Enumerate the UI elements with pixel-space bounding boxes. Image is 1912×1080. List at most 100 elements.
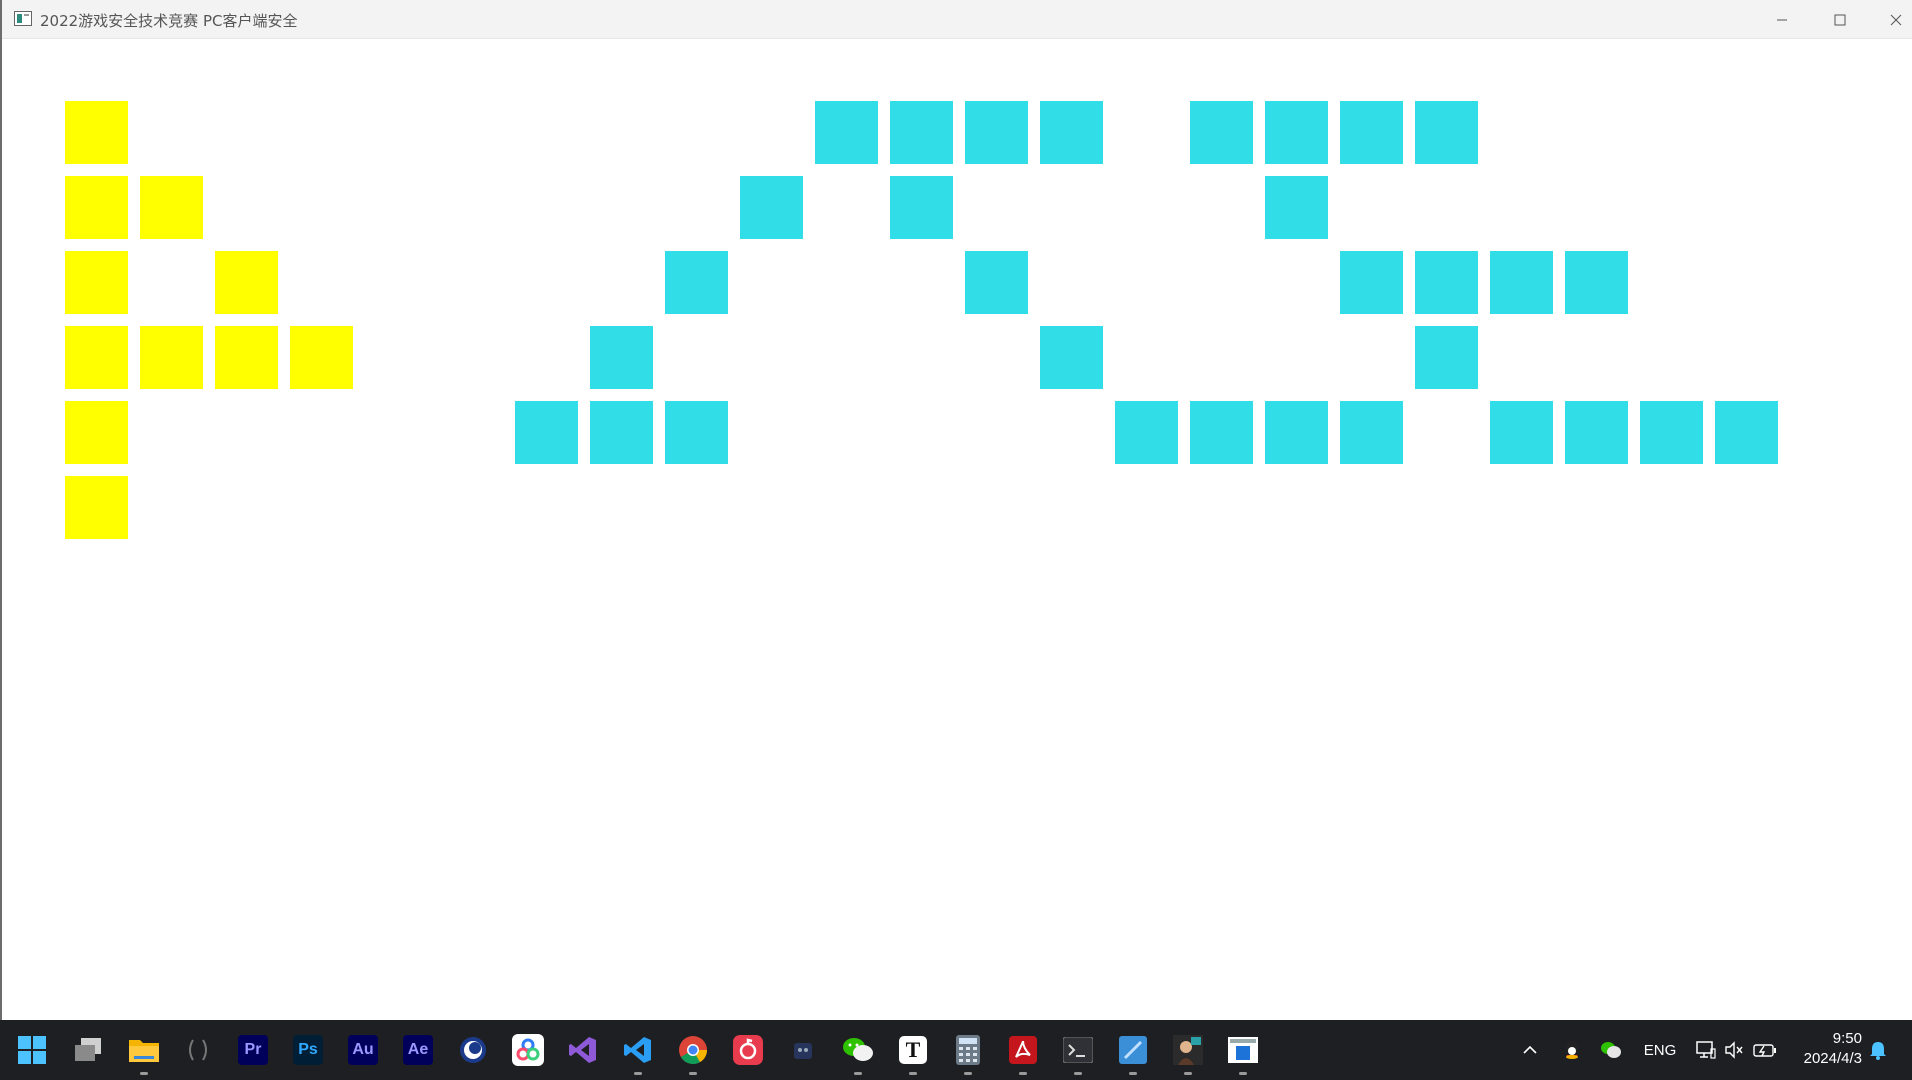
cyan-block (665, 401, 728, 464)
cyan-block (590, 401, 653, 464)
cyan-block (1190, 401, 1253, 464)
cyan-block (590, 326, 653, 389)
chevron-up-icon[interactable] (1518, 1020, 1542, 1080)
running-indicator (634, 1072, 642, 1075)
maximize-button[interactable] (1812, 0, 1868, 39)
cyan-block (1340, 101, 1403, 164)
audition-label: Au (348, 1035, 378, 1065)
battery-icon[interactable] (1752, 1020, 1778, 1080)
taskbar: Pr Ps Au Ae T ENG 9:50 2024/4/3 (0, 1020, 1912, 1080)
cyan-block (890, 101, 953, 164)
close-button[interactable] (1868, 0, 1912, 39)
yellow-block (65, 401, 128, 464)
wechat-icon[interactable] (840, 1032, 876, 1068)
clock[interactable]: 9:50 2024/4/3 (1804, 1029, 1862, 1069)
yellow-block (215, 326, 278, 389)
cyan-block (1565, 251, 1628, 314)
yellow-block (215, 251, 278, 314)
acrobat-icon[interactable] (1005, 1032, 1041, 1068)
typora-icon[interactable]: T (895, 1032, 931, 1068)
cyan-block (1490, 251, 1553, 314)
game-app-icon[interactable] (785, 1032, 821, 1068)
cyan-block (740, 176, 803, 239)
running-indicator (1239, 1072, 1247, 1075)
cyan-block (1115, 401, 1178, 464)
cyan-block (1340, 251, 1403, 314)
photoshop-icon[interactable]: Ps (290, 1032, 326, 1068)
calculator-icon[interactable] (950, 1032, 986, 1068)
title-bar[interactable]: 2022游戏安全技术竞赛 PC客户端安全 (2, 0, 1912, 39)
cinema4d-icon[interactable] (455, 1032, 491, 1068)
cyan-block (1340, 401, 1403, 464)
cyan-block (1265, 101, 1328, 164)
app-window-icon (14, 11, 32, 26)
yellow-block (65, 101, 128, 164)
chrome-icon[interactable] (675, 1032, 711, 1068)
language-indicator[interactable]: ENG (1640, 1020, 1680, 1080)
running-indicator (1019, 1072, 1027, 1075)
app-icon[interactable] (180, 1032, 216, 1068)
premiere-pro-label: Pr (238, 1035, 268, 1065)
running-indicator (854, 1072, 862, 1075)
running-indicator (140, 1072, 148, 1075)
cyan-block (1265, 176, 1328, 239)
cyan-block (1265, 401, 1328, 464)
volume-muted-icon[interactable] (1722, 1020, 1746, 1080)
cyan-block (965, 101, 1028, 164)
running-indicator (1074, 1072, 1082, 1075)
notification-bell-icon[interactable] (1866, 1020, 1890, 1080)
yellow-block (290, 326, 353, 389)
cyan-block (1040, 326, 1103, 389)
window-title: 2022游戏安全技术竞赛 PC客户端安全 (40, 12, 298, 30)
netease-music-icon[interactable] (730, 1032, 766, 1068)
yellow-block (65, 251, 128, 314)
task-view-icon[interactable] (70, 1032, 106, 1068)
running-indicator (689, 1072, 697, 1075)
portrait-app-icon[interactable] (1170, 1032, 1206, 1068)
game-canvas (2, 39, 1912, 1020)
notes-app-icon[interactable] (1115, 1032, 1151, 1068)
network-icon[interactable] (1694, 1020, 1718, 1080)
yellow-block (140, 176, 203, 239)
windows-start-icon[interactable] (14, 1032, 50, 1068)
cyan-block (515, 401, 578, 464)
yellow-block (140, 326, 203, 389)
typora-label: T (899, 1036, 927, 1064)
cyan-block (1415, 251, 1478, 314)
cyan-block (1415, 101, 1478, 164)
photoshop-label: Ps (293, 1035, 323, 1065)
yellow-block (65, 476, 128, 539)
clock-date: 2024/4/3 (1803, 1050, 1862, 1067)
cyan-block (1640, 401, 1703, 464)
app-window: 2022游戏安全技术竞赛 PC客户端安全 (0, 0, 1912, 1020)
app-window-icon[interactable] (1225, 1032, 1261, 1068)
after-effects-label: Ae (403, 1035, 433, 1065)
terminal-icon[interactable] (1060, 1032, 1096, 1068)
wechat-tray-icon[interactable] (1598, 1020, 1624, 1080)
cyan-block (665, 251, 728, 314)
yellow-block (65, 326, 128, 389)
cloud-drive-icon[interactable] (510, 1032, 546, 1068)
running-indicator (1129, 1072, 1137, 1075)
yellow-block (65, 176, 128, 239)
clock-time: 9:50 (1832, 1030, 1862, 1047)
running-indicator (909, 1072, 917, 1075)
minimize-button[interactable] (1754, 0, 1810, 39)
running-indicator (964, 1072, 972, 1075)
premiere-pro-icon[interactable]: Pr (235, 1032, 271, 1068)
cyan-block (1565, 401, 1628, 464)
audition-icon[interactable]: Au (345, 1032, 381, 1068)
cyan-block (1490, 401, 1553, 464)
cyan-block (1190, 101, 1253, 164)
file-explorer-icon[interactable] (126, 1032, 162, 1068)
cyan-block (1415, 326, 1478, 389)
cyan-block (1715, 401, 1778, 464)
qq-tray-icon[interactable] (1560, 1020, 1584, 1080)
cyan-block (815, 101, 878, 164)
cyan-block (890, 176, 953, 239)
vscode-icon[interactable] (620, 1032, 656, 1068)
cyan-block (1040, 101, 1103, 164)
after-effects-icon[interactable]: Ae (400, 1032, 436, 1068)
cyan-block (965, 251, 1028, 314)
visual-studio-icon[interactable] (565, 1032, 601, 1068)
